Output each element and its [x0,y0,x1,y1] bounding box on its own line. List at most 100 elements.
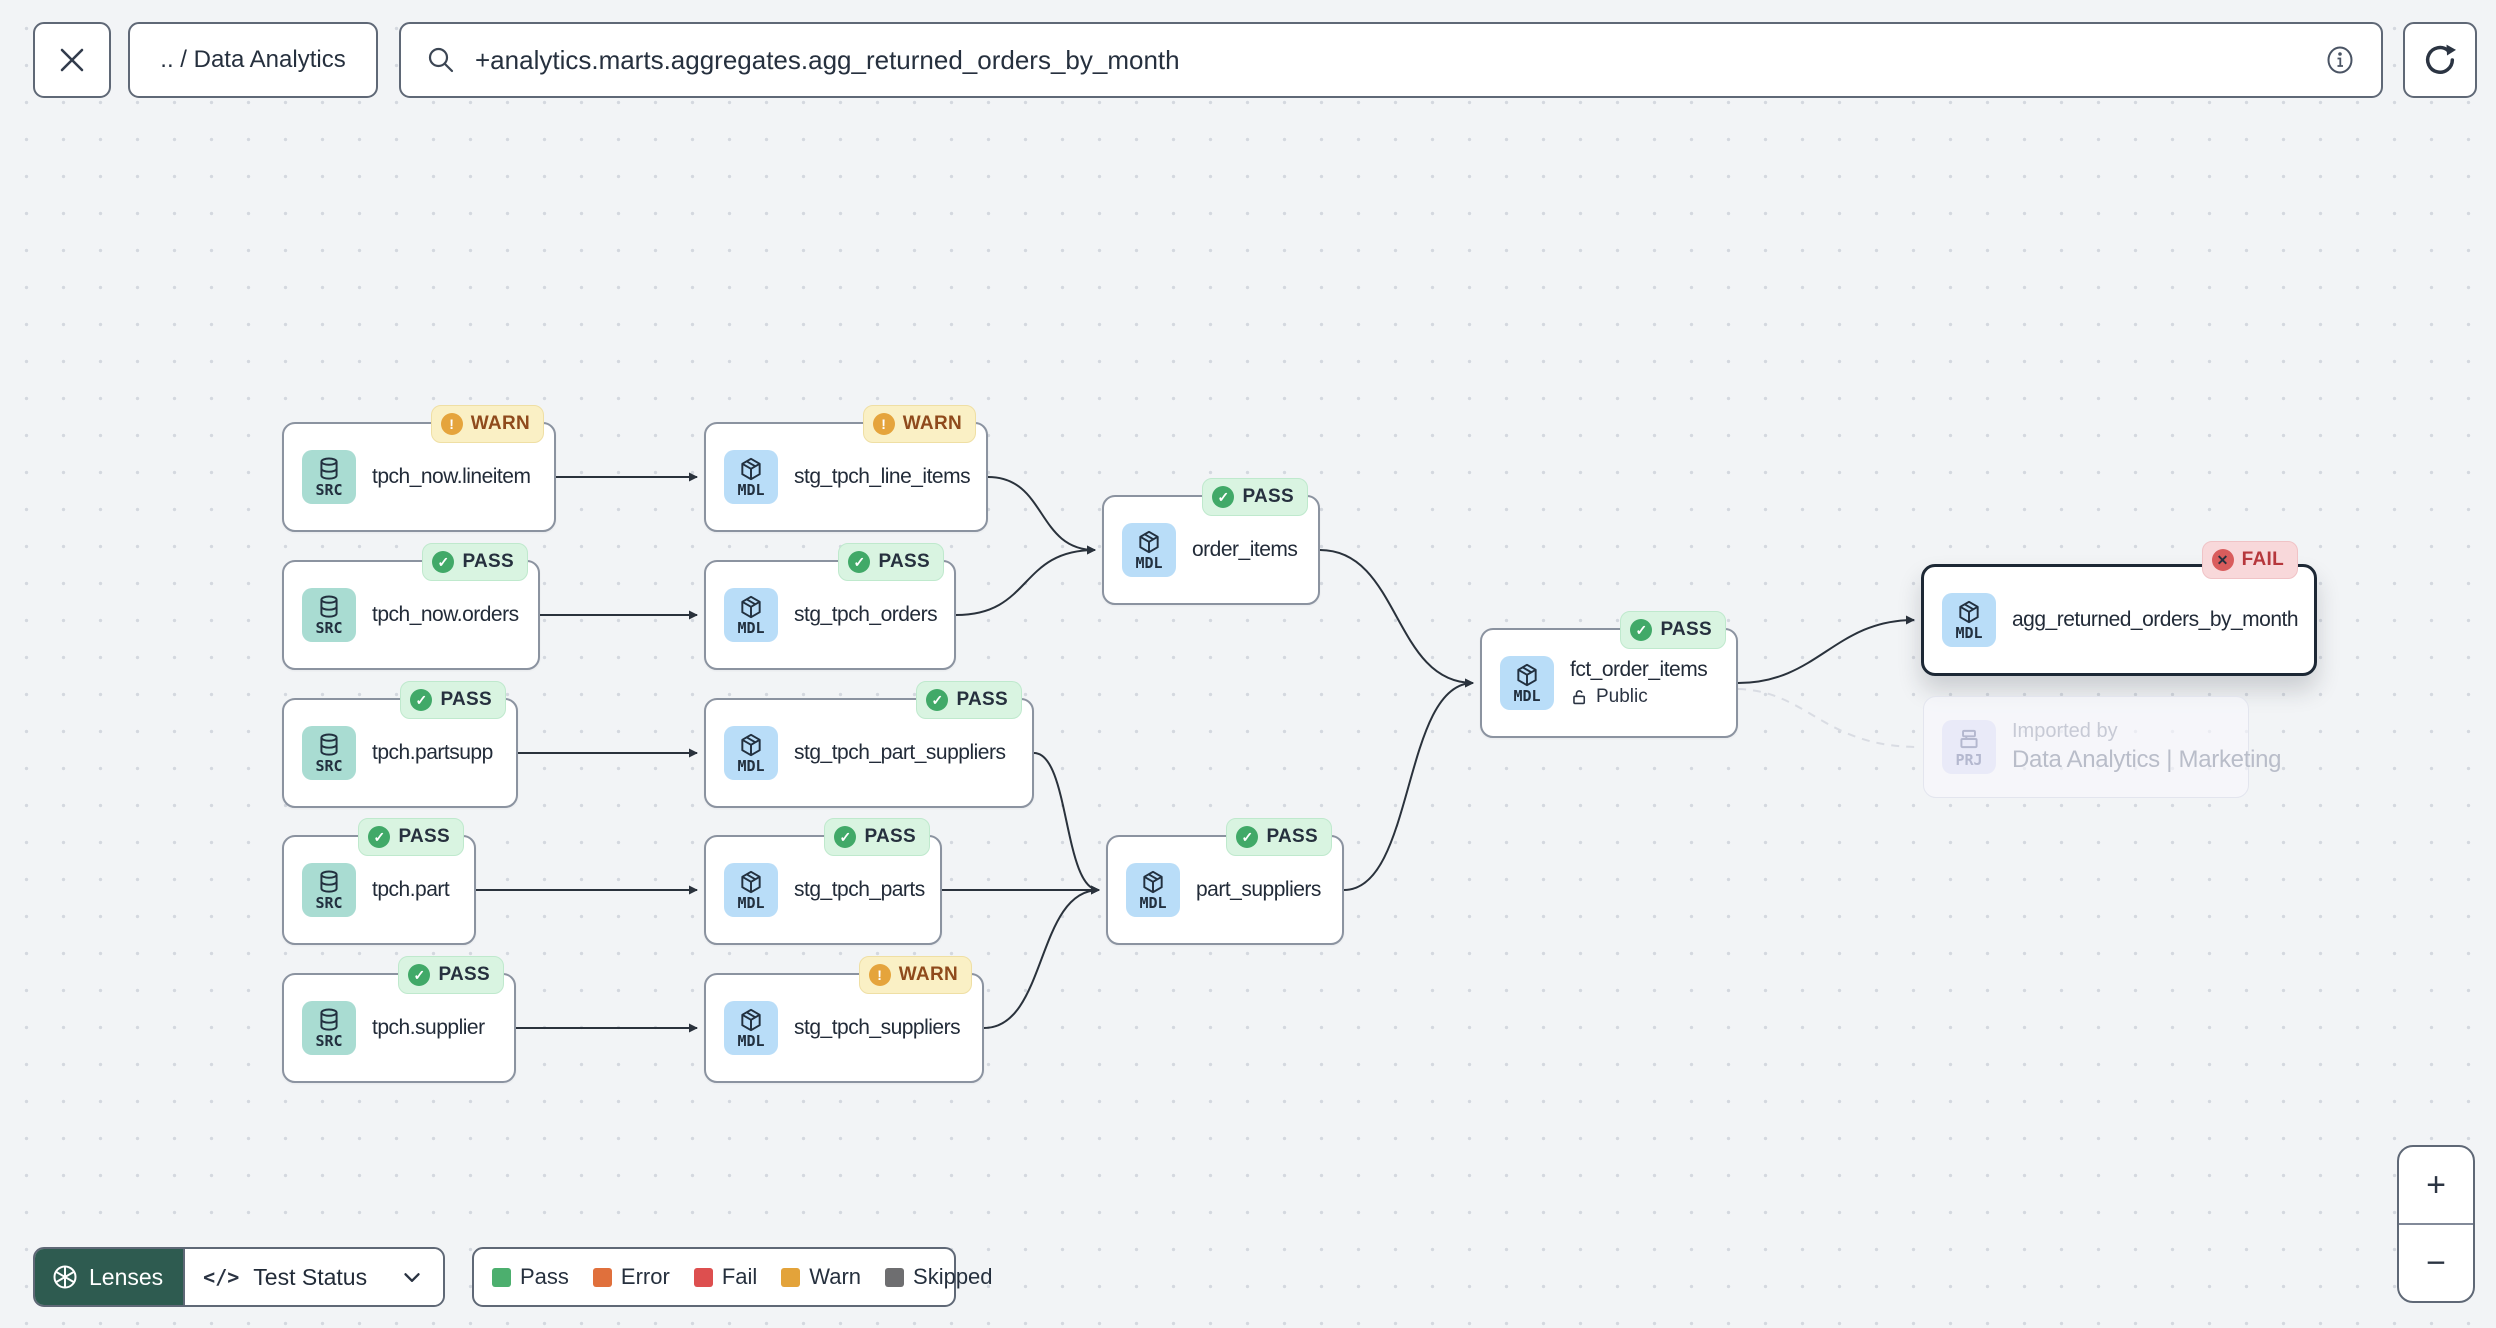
node-label: tpch.supplier [372,1016,485,1039]
src-chip: SRC [302,726,356,780]
src-chip: SRC [302,1001,356,1055]
lenses-control-group: Lenses </> Test Status [33,1247,445,1307]
lens-selector-dropdown[interactable]: </> Test Status [183,1249,443,1305]
node-label: tpch_now.orders [372,603,519,626]
node-text: Imported by Data Analytics | Marketing [2012,720,2282,774]
lenses-button[interactable]: Lenses [35,1249,184,1305]
legend-label: Fail [721,1264,758,1289]
search-bar[interactable] [399,22,2383,98]
node-text: fct_order_items Public [1570,658,1708,708]
database-icon [320,733,338,756]
close-button[interactable] [33,22,111,98]
project-icon [1960,729,1978,749]
refresh-icon [2425,44,2456,74]
prj-chip: PRJ [1942,720,1996,774]
node-label: stg_tpch_part_suppliers [794,741,1006,764]
zoom-in-button[interactable]: + [2399,1147,2473,1223]
mdl-chip: MDL [724,863,778,917]
status-badge-pass: ✓ PASS [838,543,944,581]
database-icon [320,595,338,618]
src-chip: SRC [302,450,356,504]
node-agg_returned_orders_by_month[interactable]: MDL agg_returned_orders_by_month ✕ FAIL [1921,541,2317,676]
node-text: stg_tpch_line_items [794,465,971,489]
status-icon: ! [872,413,895,435]
model-cube-icon [1139,530,1159,554]
legend-swatch [693,1267,713,1287]
legend-item-warn: Warn [781,1264,861,1290]
edge-stg_tpch_suppliers-to-part_suppliers [983,885,1100,1029]
node-stg_tpch_suppliers[interactable]: MDL stg_tpch_suppliers ! WARN [704,956,984,1083]
node-tpch_part[interactable]: SRC tpch.part ✓ PASS [282,818,476,945]
status-badge-pass: ✓ PASS [1620,611,1726,649]
node-text: tpch.part [372,878,450,902]
node-label: Data Analytics | Marketing [2012,746,2282,773]
lens-selector-label: Test Status [253,1263,368,1290]
legend-item-fail: Fail [693,1264,758,1290]
node-text: tpch_now.lineitem [372,465,531,489]
node-order_items[interactable]: MDL order_items ✓ PASS [1102,478,1320,605]
node-label: tpch.partsupp [372,741,493,764]
mdl-chip: MDL [724,450,778,504]
node-text: stg_tpch_part_suppliers [794,741,1006,765]
edge-part_suppliers-to-fct_order_items [1343,678,1474,891]
node-fct_order_items[interactable]: MDL fct_order_items Public ✓ PASS [1480,611,1738,738]
node-stg_tpch_orders[interactable]: MDL stg_tpch_orders ✓ PASS [704,543,956,670]
node-text: tpch_now.orders [372,603,519,627]
node-tpch_now_orders[interactable]: SRC tpch_now.orders ✓ PASS [282,543,540,670]
status-badge-warn: ! WARN [430,405,544,443]
legend-label: Error [620,1264,670,1289]
model-cube-icon [1959,600,1979,624]
plus-icon: + [2426,1166,2446,1204]
node-label: stg_tpch_orders [794,603,938,626]
status-icon: ✓ [408,964,431,986]
status-badge-pass: ✓ PASS [358,818,464,856]
mdl-chip: MDL [1500,656,1554,710]
mdl-chip: MDL [1126,863,1180,917]
model-cube-icon [741,1008,761,1032]
close-icon [60,48,84,72]
mdl-chip: MDL [1942,593,1996,647]
model-cube-icon [741,457,761,481]
model-cube-icon [741,595,761,619]
status-icon: ✕ [2211,549,2234,571]
status-icon: ! [868,964,891,986]
node-stg_tpch_parts[interactable]: MDL stg_tpch_parts ✓ PASS [704,818,942,945]
lenses-label: Lenses [89,1263,164,1290]
mdl-chip: MDL [724,726,778,780]
node-text: tpch.partsupp [372,741,493,765]
status-badge-pass: ✓ PASS [398,956,504,994]
node-text: agg_returned_orders_by_month [2012,608,2299,632]
node-label: order_items [1192,538,1298,561]
public-lock-icon [1573,689,1586,704]
breadcrumb[interactable]: .. / Data Analytics [128,22,378,98]
node-label: fct_order_items [1570,658,1708,681]
edge-stg_tpch_line_items-to-order_items [987,476,1096,555]
info-icon[interactable] [2323,43,2357,77]
node-imported_marketing[interactable]: PRJ Imported by Data Analytics | Marketing [1923,696,2282,798]
node-part_suppliers[interactable]: MDL part_suppliers ✓ PASS [1106,818,1344,945]
status-icon: ✓ [1630,619,1653,641]
node-tpch_partsupp[interactable]: SRC tpch.partsupp ✓ PASS [282,681,518,808]
status-badge-pass: ✓ PASS [916,681,1022,719]
node-tpch_supplier[interactable]: SRC tpch.supplier ✓ PASS [282,956,516,1083]
node-text: stg_tpch_suppliers [794,1016,961,1040]
test-status-legend: Pass Error Fail Warn Skipped [472,1247,993,1307]
node-label: part_suppliers [1196,878,1321,901]
code-icon: </> [203,1265,240,1289]
status-badge-pass: ✓ PASS [400,681,506,719]
node-stg_tpch_line_items[interactable]: MDL stg_tpch_line_items ! WARN [704,405,988,532]
node-tpch_now_lineitem[interactable]: SRC tpch_now.lineitem ! WARN [282,405,556,532]
legend-swatch [885,1267,905,1287]
status-badge-pass: ✓ PASS [1226,818,1332,856]
status-badge-warn: ! WARN [858,956,972,994]
node-stg_tpch_part_suppliers[interactable]: MDL stg_tpch_part_suppliers ✓ PASS [704,681,1034,808]
model-cube-icon [1143,870,1163,894]
zoom-control: + − [2397,1145,2475,1303]
search-input[interactable] [475,44,2323,76]
status-badge-warn: ! WARN [862,405,976,443]
model-cube-icon [741,733,761,757]
zoom-out-button[interactable]: − [2399,1225,2473,1301]
src-chip: SRC [302,863,356,917]
mdl-chip: MDL [724,588,778,642]
refresh-button[interactable] [2403,22,2477,98]
